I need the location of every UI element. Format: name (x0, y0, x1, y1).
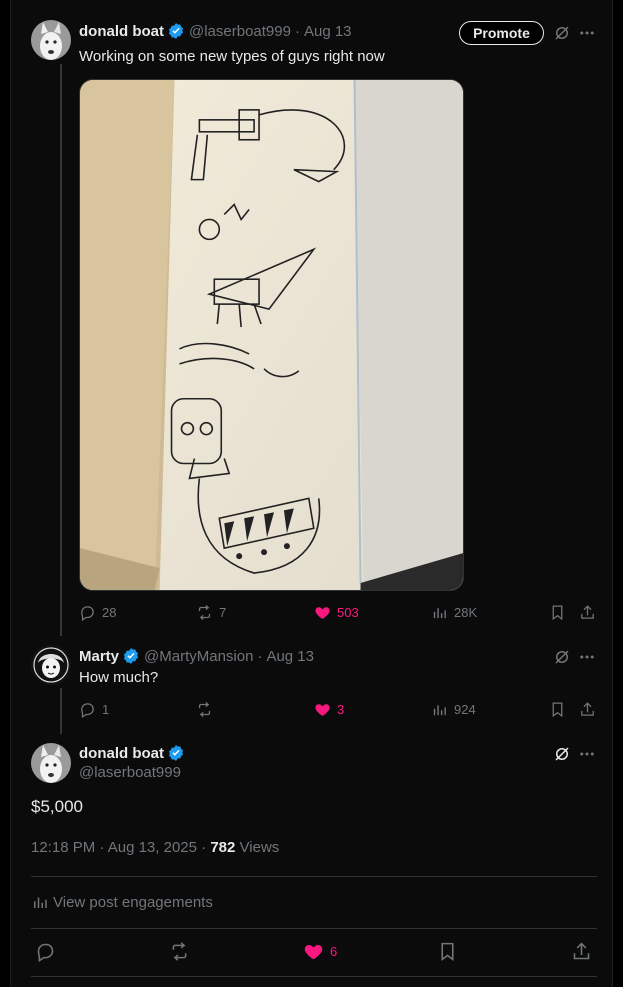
tweet-text: How much? (79, 669, 159, 686)
views-icon (433, 608, 446, 619)
heart-icon (304, 944, 323, 960)
divider (31, 976, 597, 977)
separator-dot: · (257, 647, 263, 665)
view-engagements-link[interactable]: View post engagements (31, 893, 213, 911)
tweet-header: Marty @MartyMansion · Aug 13 (79, 647, 314, 665)
author-handle[interactable]: @MartyMansion (144, 648, 253, 665)
bookmark-icon (552, 605, 563, 621)
author-name[interactable]: donald boat (79, 745, 164, 762)
reply-count: 1 (102, 702, 110, 717)
reply-count: 28 (102, 605, 117, 620)
verified-badge-icon (167, 744, 185, 762)
repost-button[interactable]: 7 (196, 604, 226, 621)
repost-count: 7 (219, 605, 227, 620)
author-name[interactable]: Marty (79, 648, 119, 665)
share-button[interactable] (571, 941, 592, 962)
tweet-text: $5,000 (31, 797, 83, 816)
grok-icon[interactable] (552, 23, 572, 43)
bookmark-button[interactable] (549, 701, 572, 718)
like-button[interactable]: 6 (303, 941, 337, 962)
tweet-date[interactable]: Aug 13 (266, 648, 314, 665)
views-label: Views (239, 839, 280, 856)
tweet-text: Working on some new types of guys right … (79, 48, 385, 65)
reply-icon (37, 943, 54, 962)
views-count: 28K (454, 605, 478, 620)
views-button[interactable]: 28K (431, 604, 477, 621)
tweet-image[interactable] (79, 79, 464, 591)
bookmark-button[interactable] (549, 604, 572, 621)
reply-button[interactable]: 28 (79, 604, 116, 621)
grok-icon[interactable] (552, 744, 572, 764)
author-handle[interactable]: @laserboat999 (79, 764, 181, 781)
share-icon (581, 605, 594, 619)
avatar[interactable] (31, 645, 71, 685)
like-button[interactable]: 3 (314, 701, 344, 718)
share-icon (573, 942, 590, 960)
author-name[interactable]: donald boat (79, 23, 164, 40)
divider (31, 928, 597, 929)
heart-icon (315, 704, 330, 716)
share-button[interactable] (579, 701, 602, 718)
tweet-header: donald boat (79, 744, 185, 762)
bookmark-icon (552, 702, 563, 718)
verified-badge-icon (122, 647, 140, 665)
like-count: 3 (337, 702, 345, 717)
avatar[interactable] (31, 743, 71, 783)
grok-icon[interactable] (552, 647, 572, 667)
like-count: 503 (337, 605, 359, 620)
separator-dot: · (95, 839, 108, 856)
more-icon[interactable] (577, 647, 597, 667)
share-icon (581, 702, 594, 716)
thread-panel: donald boat @laserboat999 · Aug 13 Promo… (10, 0, 613, 987)
tweet-date[interactable]: Aug 13 (304, 23, 352, 40)
thread-connector (60, 64, 62, 636)
bookmark-icon (441, 942, 454, 961)
tweet-date[interactable]: Aug 13, 2025 (108, 839, 197, 856)
reply-button[interactable] (35, 941, 56, 962)
repost-button[interactable] (196, 701, 219, 718)
separator-dot: · (196, 839, 211, 856)
tweet-header: donald boat @laserboat999 · Aug 13 (79, 22, 352, 40)
tweet-meta: 12:18 PM · Aug 13, 2025 · 782 Views (31, 839, 279, 856)
avatar[interactable] (31, 20, 71, 60)
bookmark-button[interactable] (437, 941, 458, 962)
author-handle[interactable]: @laserboat999 (189, 23, 291, 40)
repost-button[interactable] (169, 941, 190, 962)
like-count: 6 (330, 944, 338, 959)
reply-button[interactable]: 1 (79, 701, 109, 718)
promote-button[interactable]: Promote (459, 21, 544, 45)
like-button[interactable]: 503 (314, 604, 359, 621)
more-icon[interactable] (577, 744, 597, 764)
verified-badge-icon (167, 22, 185, 40)
views-icon (34, 897, 47, 908)
views-count: 924 (454, 702, 476, 717)
separator-dot: · (294, 22, 300, 40)
divider (31, 876, 597, 877)
repost-icon (198, 701, 211, 718)
views-button[interactable]: 924 (431, 701, 476, 718)
views-count: 782 (210, 839, 236, 856)
repost-icon (172, 942, 187, 961)
share-button[interactable] (579, 604, 602, 621)
thread-connector (60, 688, 62, 734)
views-icon (433, 705, 446, 716)
engagements-label: View post engagements (53, 893, 213, 911)
reply-icon (81, 703, 94, 718)
reply-icon (81, 606, 94, 621)
tweet-time[interactable]: 12:18 PM (31, 839, 95, 856)
repost-icon (198, 604, 211, 621)
heart-icon (315, 607, 330, 619)
more-icon[interactable] (577, 23, 597, 43)
